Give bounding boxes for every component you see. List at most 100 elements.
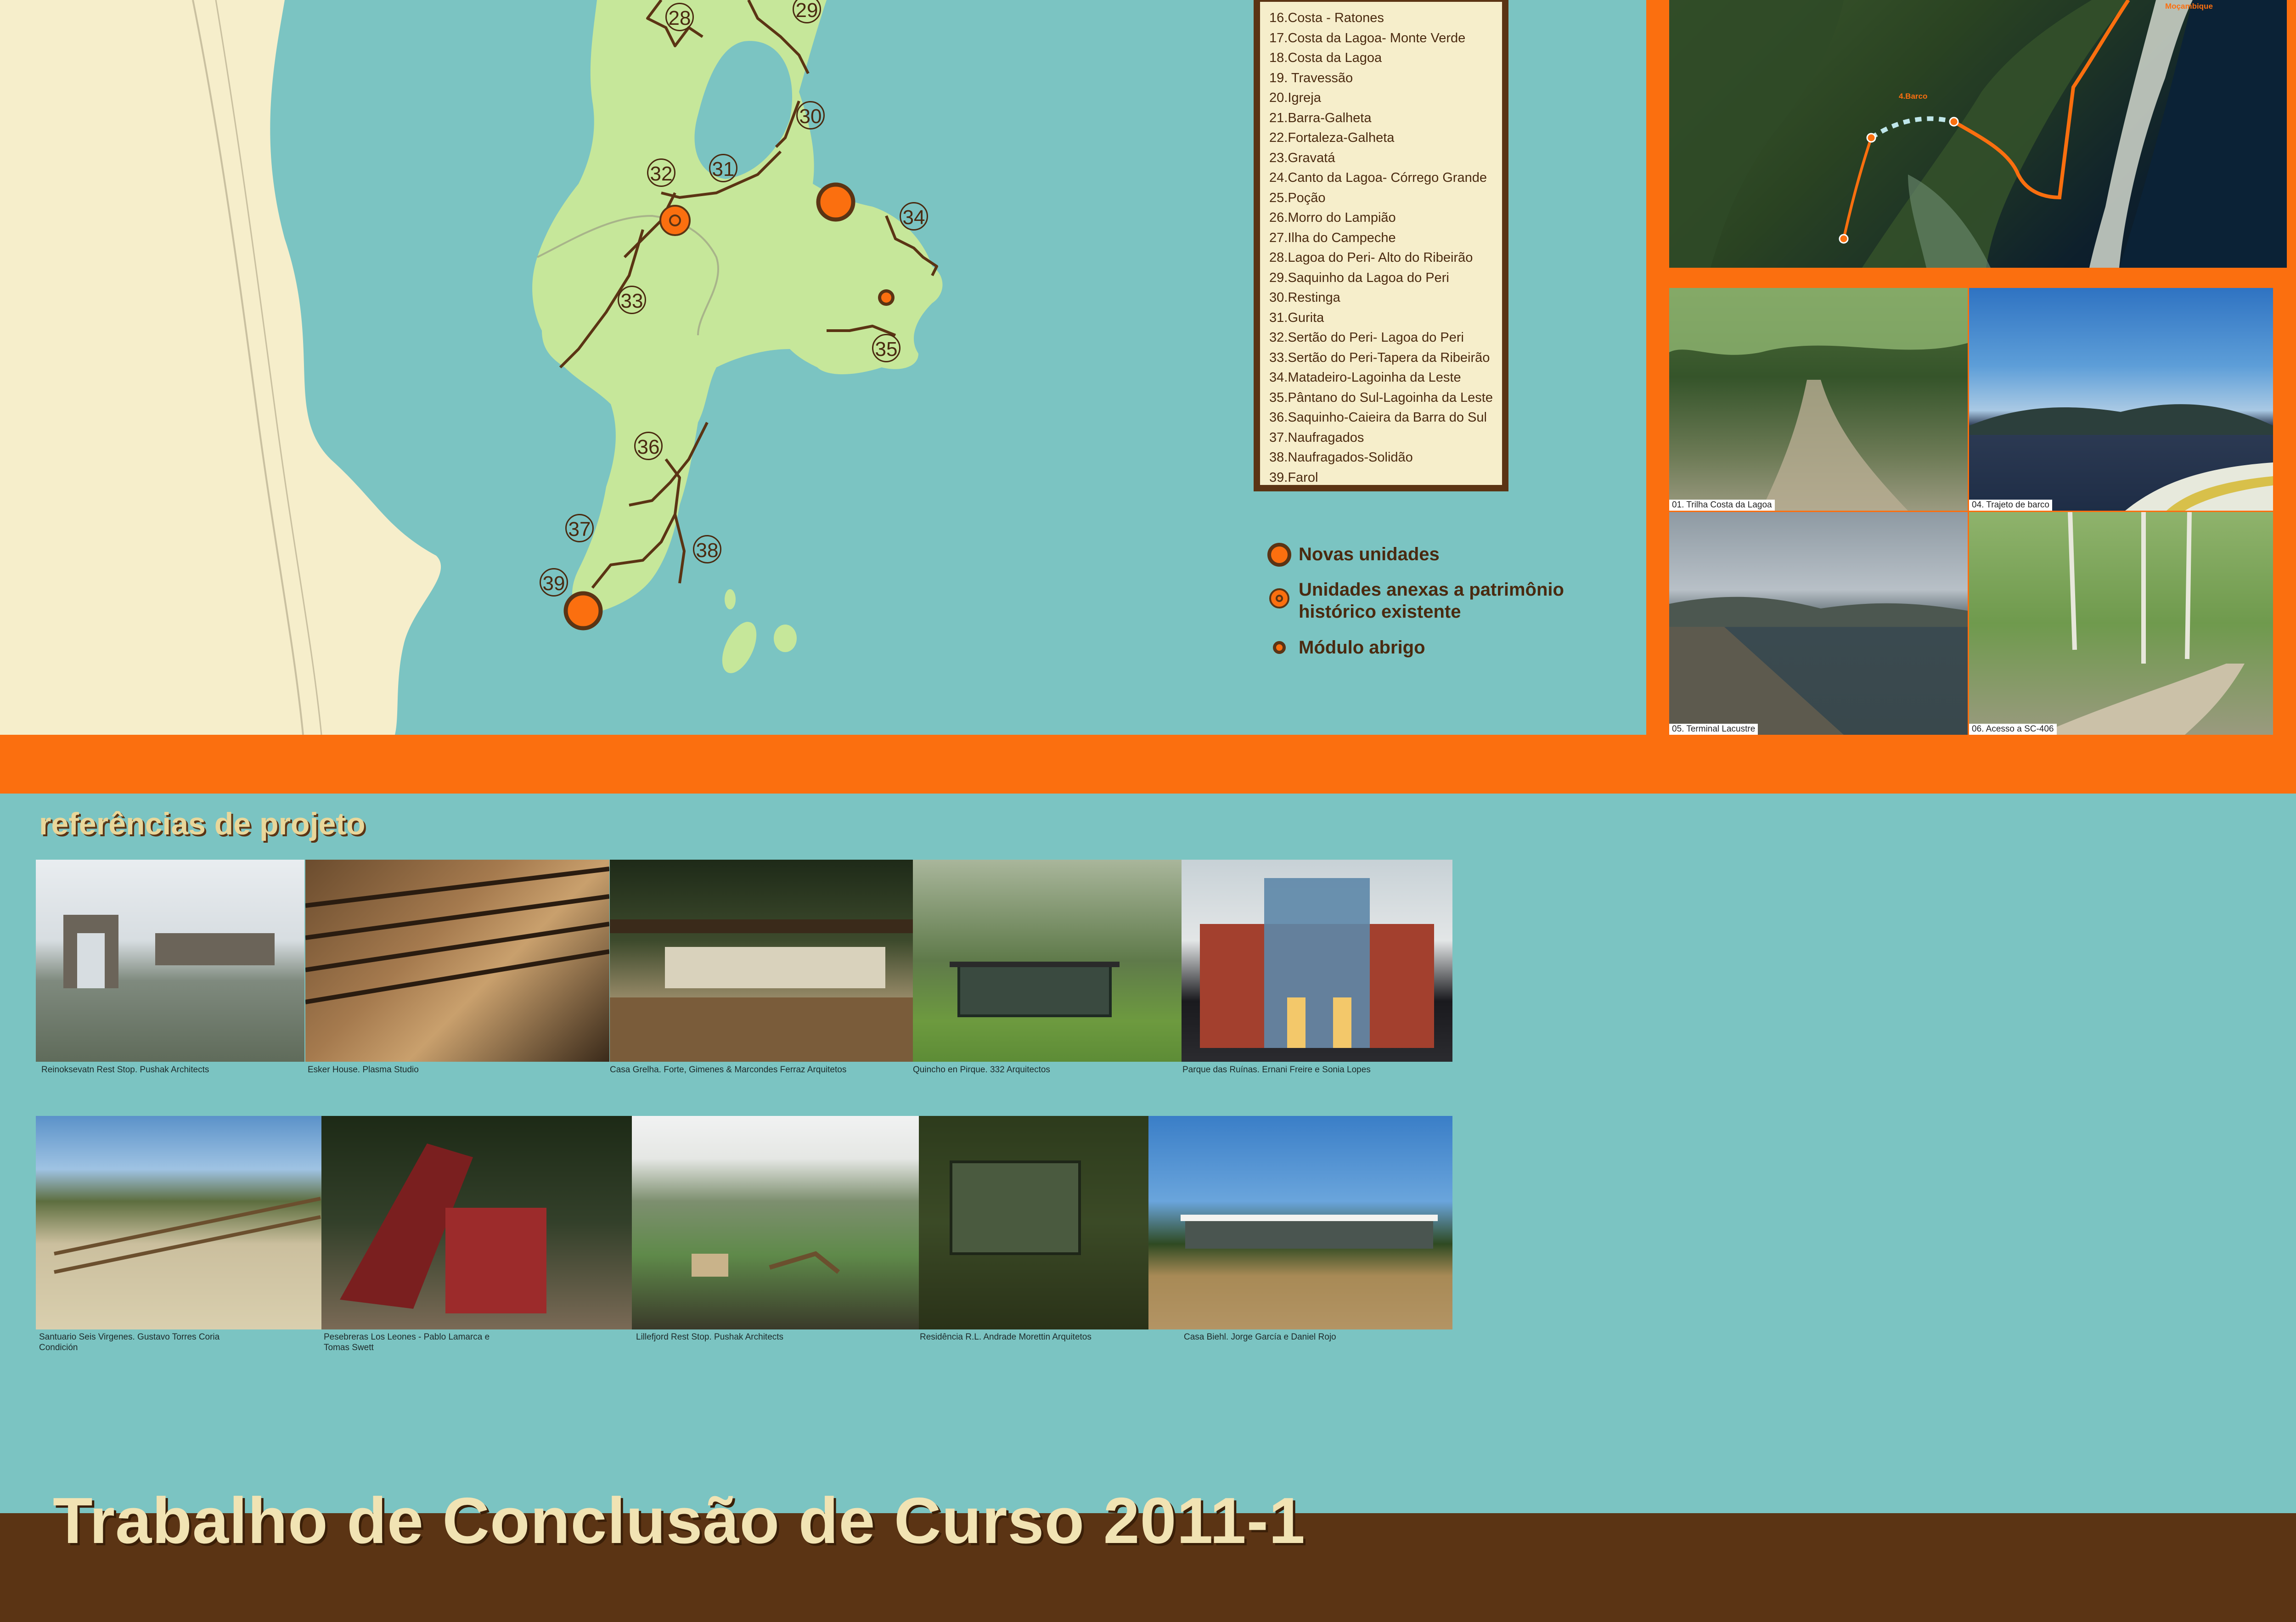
aerial-route-svg	[1669, 0, 2287, 268]
photo-acesso-sc-406: 06. Acesso a SC-406	[1969, 512, 2273, 735]
legend-item: 24.Canto da Lagoa- Córrego Grande	[1269, 170, 1487, 185]
legend-item: 22.Fortaleza-Galheta	[1269, 130, 1395, 145]
ref-image-pesebreras-los-leones	[321, 1116, 632, 1329]
legend-item: 38.Naufragados-Solidão	[1269, 450, 1413, 465]
trail-number-39: 39	[540, 568, 568, 597]
references-heading: referências de projeto	[39, 806, 366, 841]
aerial-land-west	[1669, 0, 1844, 268]
novas-unidades-marker-2	[563, 591, 603, 631]
unidades-anexas-legend-label-1: Unidades anexas a patrimônio	[1299, 580, 1564, 600]
photo-terminal-svg	[1669, 597, 1968, 735]
legend-item: 31.Gurita	[1269, 310, 1324, 325]
islet-1	[722, 622, 757, 673]
ref-image-lillefjord	[632, 1116, 919, 1329]
legend-item: 30.Restinga	[1269, 290, 1340, 305]
trail-number-28: 28	[665, 3, 694, 31]
trail-number-35: 35	[872, 334, 900, 362]
legend-item: 37.Naufragados	[1269, 430, 1364, 445]
aerial-boat-route	[1870, 116, 1955, 140]
legend-item: 20.Igreja	[1269, 90, 1321, 105]
photo-caption-04: 04. Trajeto de barco	[1969, 500, 2052, 511]
photo-trilha-costa-da-lagoa: 01. Trilha Costa da Lagoa	[1669, 288, 1968, 511]
ref-caption-reinoksevatn: Reinoksevatn Rest Stop. Pushak Architect…	[41, 1065, 209, 1075]
legend-item: 17.Costa da Lagoa- Monte Verde	[1269, 30, 1466, 45]
legend-item: 36.Saquinho-Caieira da Barra do Sul	[1269, 410, 1487, 425]
legend-item: 28.Lagoa do Peri- Alto do Ribeirão	[1269, 250, 1473, 265]
novas-unidades-legend-icon	[1267, 543, 1291, 567]
aerial-route-map: Moçambique 4.Barco	[1669, 0, 2287, 268]
ref-image-parque-das-ruinas	[1182, 860, 1452, 1062]
ref-caption-santuario-seis-virgenes: Santuario Seis Virgenes. Gustavo Torres …	[39, 1332, 220, 1352]
trail-number-34: 34	[900, 202, 928, 231]
ref-image-quincho-pirque	[913, 860, 1182, 1062]
photo-panel: Moçambique 4.Barco 01. Trilha Costa da L…	[1646, 0, 2296, 735]
trail-number-29: 29	[793, 0, 821, 23]
ref-caption-casa-grelha: Casa Grelha. Forte, Gimenes & Marcondes …	[610, 1065, 847, 1075]
trail-38	[674, 514, 686, 584]
unidades-anexas-marker	[659, 205, 691, 236]
ref-caption-casa-biehl: Casa Biehl. Jorge García e Daniel Rojo	[1184, 1332, 1336, 1342]
unidades-anexas-legend-label-2: histórico existente	[1299, 602, 1461, 622]
photo-trajeto-de-barco: 04. Trajeto de barco	[1969, 288, 2273, 511]
aerial-route-1	[1842, 137, 1873, 239]
ref-image-casa-grelha	[610, 860, 913, 1062]
modulo-abrigo-legend-label: Módulo abrigo	[1299, 637, 1425, 658]
novas-unidades-legend-label: Novas unidades	[1299, 544, 1440, 564]
ref-caption-parque-das-ruinas: Parque das Ruínas. Ernani Freire e Sonia…	[1182, 1065, 1371, 1075]
ref-caption-residencia-rl: Residência R.L. Andrade Morettin Arquite…	[920, 1332, 1092, 1342]
ref-image-casa-biehl	[1148, 1116, 1452, 1329]
novas-unidades-marker-1	[816, 182, 855, 222]
orange-divider-band	[0, 735, 2296, 794]
ref-caption-pesebreras-los-leones: Pesebreras Los Leones - Pablo Lamarca e …	[324, 1332, 490, 1352]
ref-image-residencia-rl	[919, 1116, 1148, 1329]
ref-image-reinoksevatn	[36, 860, 304, 1062]
aerial-point-2	[1866, 133, 1876, 143]
mainland-shape	[0, 0, 441, 735]
aerial-label-mocambique: Moçambique	[2165, 2, 2213, 11]
legend-item: 18.Costa da Lagoa	[1269, 51, 1382, 65]
legend-item: 19. Travessão	[1269, 70, 1353, 85]
legend-item: 29.Saquinho da Lagoa do Peri	[1269, 270, 1449, 285]
legend-item: 21.Barra-Galheta	[1269, 110, 1372, 125]
modulo-abrigo-legend-icon	[1273, 641, 1286, 654]
trail-number-30: 30	[796, 101, 825, 130]
photo-caption-01: 01. Trilha Costa da Lagoa	[1669, 500, 1775, 511]
legend-item: 26.Morro do Lampião	[1269, 210, 1396, 225]
legend-item: 25.Poção	[1269, 190, 1326, 205]
trail-number-36: 36	[634, 432, 663, 460]
legend-item: 34.Matadeiro-Lagoinha da Leste	[1269, 370, 1461, 385]
legend-item: 33.Sertão do Peri-Tapera da Ribeirão	[1269, 350, 1490, 365]
photo-trilha-svg	[1669, 288, 1968, 511]
legend-item: 35.Pântano do Sul-Lagoinha da Leste	[1269, 390, 1493, 405]
map-panel: 28 29 30 31 32 33 34 35 36 37 38 39 16.C…	[0, 0, 1646, 735]
trail-number-33: 33	[618, 286, 646, 314]
legend-item: 32.Sertão do Peri- Lagoa do Peri	[1269, 330, 1464, 345]
legend-item: 39.Farol	[1269, 470, 1318, 485]
legend-item: 23.Gravatá	[1269, 150, 1335, 165]
islet-2	[774, 625, 797, 652]
legend-item: 16.Costa - Ratones	[1269, 11, 1384, 25]
trail-legend-list: 16.Costa - Ratones 17.Costa da Lagoa- Mo…	[1269, 8, 1493, 488]
unidades-anexas-legend-icon-center	[1276, 595, 1283, 602]
trail-number-37: 37	[565, 514, 594, 542]
ref-image-santuario-seis-virgenes	[36, 1116, 321, 1329]
trail-number-38: 38	[693, 535, 721, 563]
aerial-label-barco: 4.Barco	[1899, 92, 1928, 101]
photo-terminal-lacustre: 05. Terminal Lacustre	[1669, 512, 1968, 735]
ref-caption-quincho-pirque: Quincho en Pirque. 332 Arquitectos	[913, 1065, 1050, 1075]
photo-caption-05: 05. Terminal Lacustre	[1669, 724, 1758, 735]
footer-title: Trabalho de Conclusão de Curso 2011-1	[53, 1484, 1306, 1557]
aerial-point-1	[1839, 234, 1849, 244]
aerial-point-3	[1949, 117, 1959, 127]
trail-legend-box: 16.Costa - Ratones 17.Costa da Lagoa- Mo…	[1254, 0, 1508, 491]
photo-acesso-svg	[2038, 512, 2245, 735]
ref-image-esker-house	[305, 860, 609, 1062]
ref-caption-lillefjord: Lillefjord Rest Stop. Pushak Architects	[636, 1332, 784, 1342]
legend-item: 27.Ilha do Campeche	[1269, 230, 1396, 245]
trail-number-31: 31	[709, 154, 737, 182]
ref-caption-esker-house: Esker House. Plasma Studio	[308, 1065, 419, 1075]
photo-barco-svg	[1969, 404, 2273, 511]
photo-caption-06: 06. Acesso a SC-406	[1969, 724, 2057, 735]
trail-number-32: 32	[647, 158, 675, 187]
aerial-land-center	[1862, 0, 2128, 268]
